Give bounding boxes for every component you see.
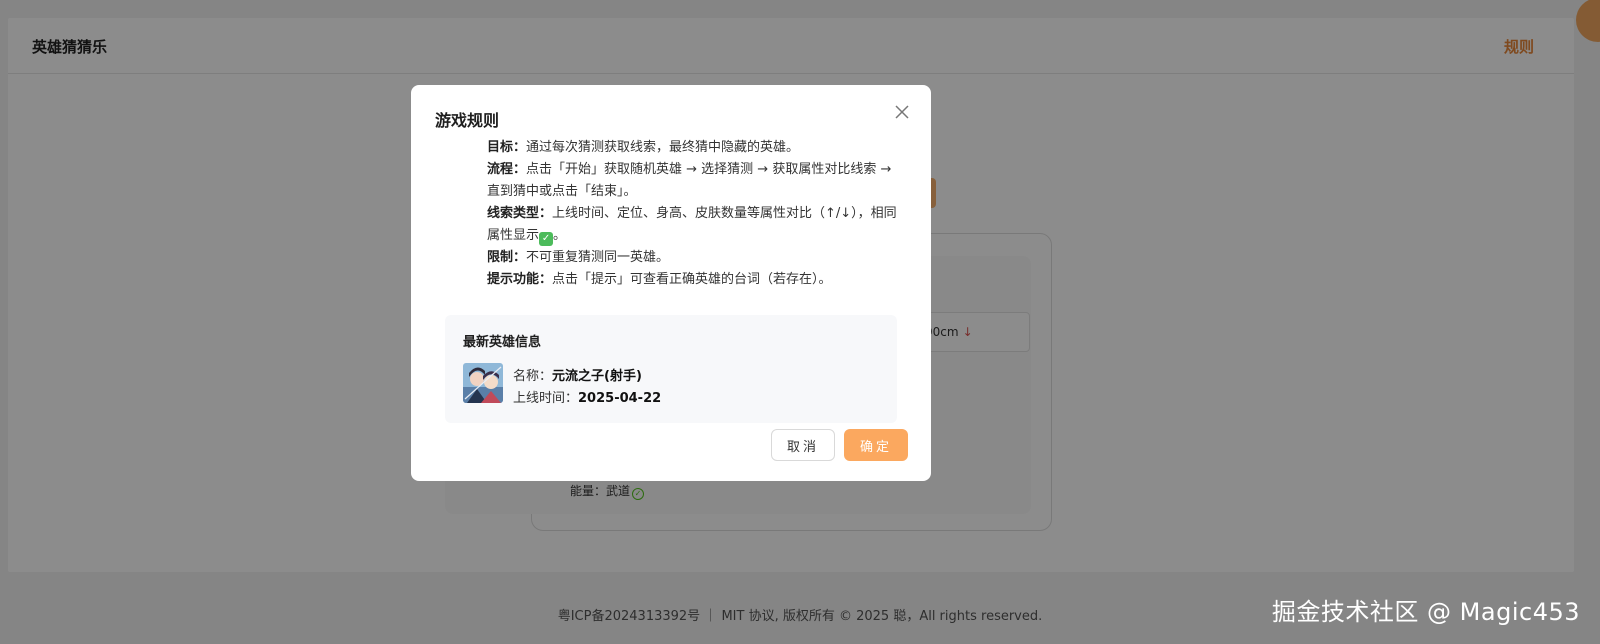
rules-modal: 游戏规则 目标：通过每次猜测获取线索，最终猜中隐藏的英雄。 流程：点击「开始」获…	[411, 85, 931, 481]
rule-label: 提示功能：	[487, 272, 553, 287]
hero-date-value: 2025-04-22	[578, 391, 662, 406]
close-icon[interactable]	[891, 101, 913, 123]
rule-label: 线索类型：	[487, 206, 553, 221]
cancel-button[interactable]: 取消	[771, 429, 835, 461]
check-square-icon: ✓	[539, 232, 554, 246]
rule-text: 不可重复猜测同一英雄。	[526, 250, 670, 265]
rule-text: 点击「提示」可查看正确英雄的台词（若存在）。	[552, 272, 832, 287]
rule-suffix: 。	[553, 228, 567, 243]
rule-label: 流程：	[487, 162, 527, 177]
watermark: 掘金技术社区 @ Magic453	[1271, 598, 1580, 626]
confirm-button[interactable]: 确定	[844, 429, 908, 461]
rule-flow: 流程：点击「开始」获取随机英雄 → 选择猜测 → 获取属性对比线索 → 直到猜中…	[487, 159, 897, 203]
rule-hint: 提示功能：点击「提示」可查看正确英雄的台词（若存在）。	[487, 269, 897, 291]
latest-hero-card: 最新英雄信息 名称：元流之子(射手) 上线时间：2025-04-22	[445, 315, 897, 423]
rule-label: 目标：	[487, 140, 527, 155]
hero-name-label: 名称：	[513, 369, 553, 384]
rule-goal: 目标：通过每次猜测获取线索，最终猜中隐藏的英雄。	[487, 137, 897, 159]
rule-text: 通过每次猜测获取线索，最终猜中隐藏的英雄。	[526, 140, 800, 155]
rule-clue-types: 线索类型：上线时间、定位、身高、皮肤数量等属性对比（↑/↓），相同属性显示 ✓。	[487, 203, 897, 247]
hero-date-label: 上线时间：	[513, 391, 579, 406]
hero-name: 名称：元流之子(射手)	[513, 365, 642, 384]
rule-label: 限制：	[487, 250, 527, 265]
rule-text: 点击「开始」获取随机英雄 → 选择猜测 → 获取属性对比线索 → 直到猜中或点击…	[487, 162, 892, 199]
modal-title: 游戏规则	[435, 111, 500, 130]
hero-release-date: 上线时间：2025-04-22	[513, 387, 661, 406]
latest-hero-title: 最新英雄信息	[463, 335, 542, 350]
hero-avatar	[463, 363, 503, 403]
hero-name-value: 元流之子(射手)	[552, 369, 642, 384]
rule-limit: 限制：不可重复猜测同一英雄。	[487, 247, 897, 269]
rules-list: 目标：通过每次猜测获取线索，最终猜中隐藏的英雄。 流程：点击「开始」获取随机英雄…	[487, 137, 897, 291]
